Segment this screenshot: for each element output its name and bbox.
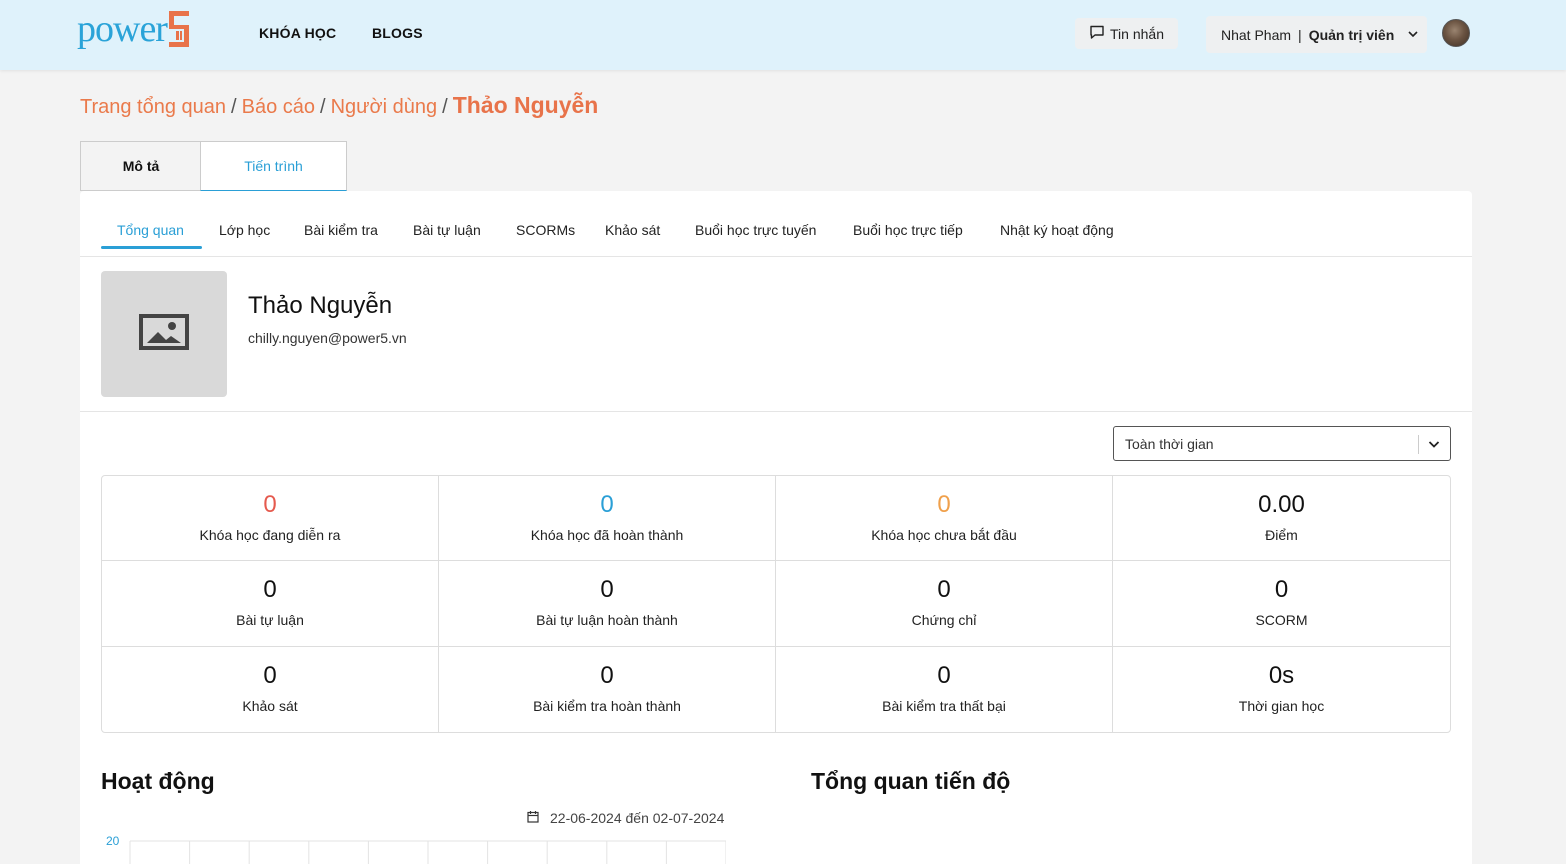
- user-role: Quản trị viên: [1308, 26, 1395, 43]
- subtab-classes[interactable]: Lớp học: [219, 222, 270, 238]
- nav-courses[interactable]: KHÓA HỌC: [259, 25, 336, 41]
- stat-cell: 0 Chứng chỉ: [776, 561, 1113, 647]
- stat-value: 0s: [1268, 661, 1295, 689]
- main-card: Tổng quan Lớp học Bài kiểm tra Bài tự lu…: [80, 191, 1472, 864]
- subtab-surveys[interactable]: Khảo sát: [605, 222, 660, 238]
- profile-email: chilly.nguyen@power5.vn: [248, 330, 407, 346]
- breadcrumb-separator: /: [231, 96, 237, 118]
- stat-value: 0: [600, 661, 614, 689]
- chevron-down-icon: [1407, 27, 1419, 43]
- stat-label: Khóa học đã hoàn thành: [530, 527, 684, 543]
- stat-cell: 0 Bài kiểm tra hoàn thành: [439, 646, 776, 732]
- stat-label: Khóa học đang diễn ra: [199, 527, 341, 543]
- stat-value: 0: [263, 661, 277, 689]
- stat-cell: 0 Bài kiểm tra thất bại: [776, 646, 1113, 732]
- stat-label: Chứng chỉ: [911, 612, 977, 629]
- top-header: power KHÓA HỌC BLOGS Tin nhắn Nhat Pham …: [0, 0, 1566, 70]
- stat-value: 0: [937, 491, 951, 518]
- logo-five-mark: [168, 11, 189, 47]
- subtab-activity-log[interactable]: Nhật ký hoạt động: [1000, 222, 1114, 238]
- stat-label: Bài tự luận: [236, 612, 304, 629]
- calendar-icon: [527, 810, 539, 826]
- stat-value: 0: [600, 576, 614, 604]
- stat-label: SCORM: [1255, 612, 1308, 629]
- stat-cell: 0 Khóa học đang diễn ra: [102, 476, 439, 562]
- chat-icon: [1089, 24, 1105, 43]
- stat-label: Bài kiểm tra thất bại: [882, 697, 1006, 714]
- subtab-tests[interactable]: Bài kiểm tra: [304, 222, 378, 238]
- stat-label: Thời gian học: [1238, 697, 1325, 714]
- chevron-down-icon: [1427, 437, 1441, 454]
- chart-grid: [129, 840, 726, 864]
- select-divider: [1418, 435, 1419, 454]
- stat-value: 0: [937, 661, 951, 689]
- breadcrumb-item-users[interactable]: Người dùng: [331, 96, 438, 119]
- messages-button[interactable]: Tin nhắn: [1075, 18, 1178, 49]
- subtab-online-sessions[interactable]: Buổi học trực tuyến: [695, 222, 816, 238]
- stat-cell: 0s Thời gian học: [1113, 647, 1450, 732]
- user-menu[interactable]: Nhat Pham | Quản trị viên: [1206, 16, 1427, 53]
- image-placeholder-icon: [139, 313, 189, 355]
- activity-title: Hoạt động: [101, 768, 215, 794]
- sub-tabs: Tổng quan Lớp học Bài kiểm tra Bài tự lu…: [80, 191, 1472, 257]
- date-range-text: 22-06-2024 đến 02-07-2024: [550, 810, 725, 826]
- stat-cell: 0 SCORM: [1113, 561, 1450, 647]
- stat-value: 0: [263, 491, 277, 518]
- tab-description[interactable]: Mô tả: [80, 141, 201, 191]
- breadcrumb-current: Thảo Nguyễn: [452, 92, 599, 118]
- stat-cell: 0 Khóa học chưa bắt đầu: [776, 476, 1113, 562]
- logo[interactable]: power: [77, 9, 189, 49]
- stats-grid: 0 Khóa học đang diễn ra 0 Khóa học đã hoàn …: [101, 475, 1451, 733]
- stat-cell: 0 Khóa học đã hoàn thành: [439, 476, 776, 562]
- date-range[interactable]: 22-06-2024 đến 02-07-2024: [527, 810, 724, 826]
- subtab-overview[interactable]: Tổng quan: [117, 222, 184, 238]
- subtab-scorms[interactable]: SCORMs: [516, 222, 575, 238]
- user-name: Nhat Pham: [1221, 26, 1292, 43]
- breadcrumb-item-reports[interactable]: Báo cáo: [242, 96, 315, 119]
- stat-cell: 0.00 Điểm: [1113, 476, 1450, 562]
- stat-cell: 0 Bài tự luận: [102, 561, 439, 647]
- stat-value: 0: [1274, 576, 1289, 604]
- user-separator: |: [1298, 26, 1302, 43]
- time-range-value: Toàn thời gian: [1125, 435, 1214, 452]
- breadcrumb-item-dashboard[interactable]: Trang tổng quan: [80, 96, 226, 119]
- breadcrumb: Trang tổng quan / Báo cáo / Người dùng /…: [80, 92, 598, 119]
- activity-chart: 20: [106, 834, 726, 864]
- breadcrumb-separator: /: [320, 96, 326, 118]
- stat-value: 0: [263, 576, 277, 604]
- stat-label: Bài tự luận hoàn thành: [536, 612, 678, 629]
- profile-section: Thảo Nguyễn chilly.nguyen@power5.vn: [80, 257, 1472, 412]
- stat-label: Điểm: [1265, 527, 1298, 543]
- messages-label: Tin nhắn: [1110, 25, 1164, 42]
- logo-text: power: [77, 8, 168, 50]
- active-tab-indicator: [101, 246, 202, 249]
- progress-overview-title: Tổng quan tiến độ: [811, 768, 1011, 794]
- time-range-select[interactable]: Toàn thời gian: [1113, 426, 1451, 461]
- tab-progress[interactable]: Tiến trình: [200, 141, 347, 191]
- avatar[interactable]: [1442, 19, 1470, 47]
- stat-label: Bài kiểm tra hoàn thành: [533, 697, 681, 714]
- stat-value: 0.00: [1258, 491, 1305, 518]
- profile-image: [101, 271, 227, 397]
- stat-value: 0: [937, 576, 951, 604]
- subtab-essays[interactable]: Bài tự luận: [413, 222, 481, 238]
- breadcrumb-separator: /: [442, 96, 448, 118]
- nav-blogs[interactable]: BLOGS: [372, 25, 423, 41]
- stat-cell: 0 Khảo sát: [102, 646, 439, 732]
- subtab-offline-sessions[interactable]: Buổi học trực tiếp: [853, 222, 963, 238]
- stat-label: Khóa học chưa bắt đầu: [871, 527, 1017, 543]
- stat-value: 0: [600, 491, 614, 518]
- stat-label: Khảo sát: [242, 697, 298, 714]
- profile-name: Thảo Nguyễn: [248, 292, 393, 319]
- stat-cell: 0 Bài tự luận hoàn thành: [439, 561, 776, 647]
